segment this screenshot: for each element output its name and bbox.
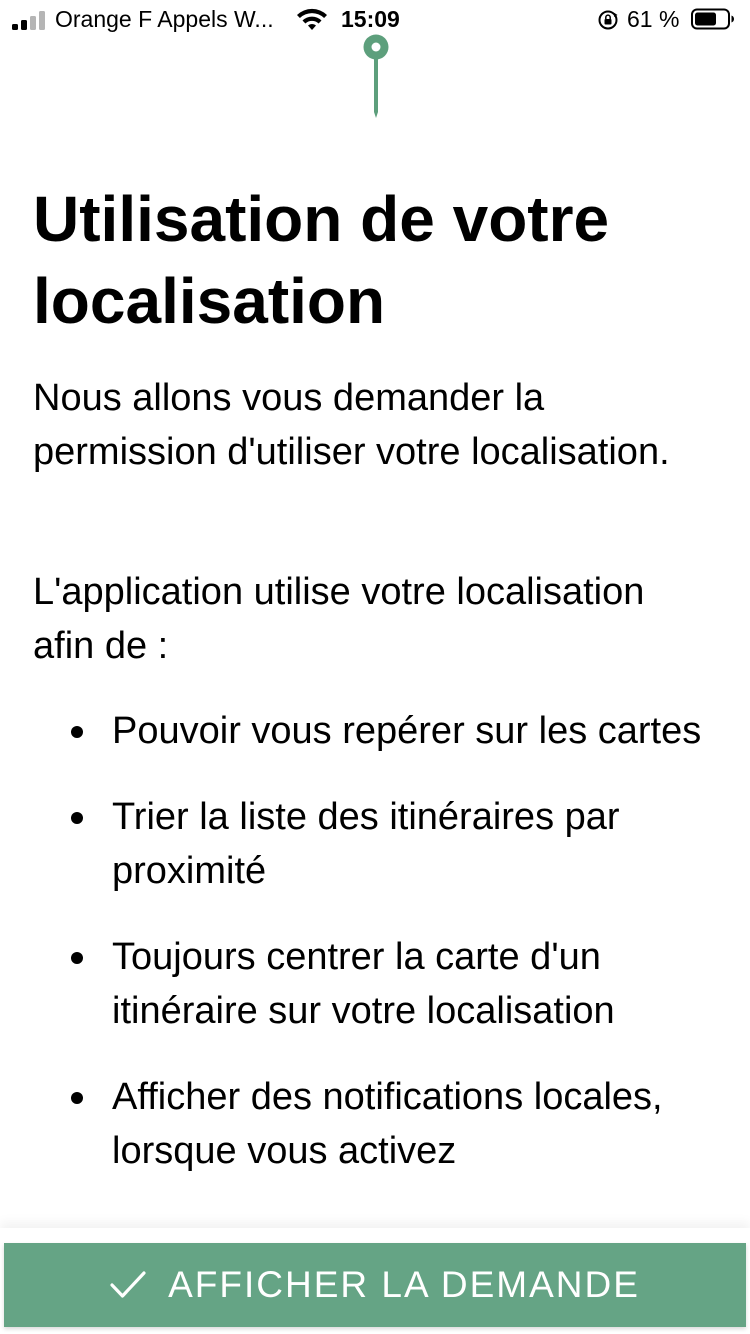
list-item: Trier la liste des itinéraires par proxi… [0, 790, 750, 898]
list-item: Afficher des notifications locales, lors… [0, 1070, 750, 1178]
show-request-label: AFFICHER LA DEMANDE [168, 1264, 640, 1305]
wifi-icon [297, 8, 327, 30]
intro-paragraph: Nous allons vous demander la permission … [33, 377, 670, 473]
status-time: 15:09 [341, 6, 400, 32]
list-item-text: Trier la liste des itinéraires par proxi… [112, 796, 620, 892]
carrier-name: Orange F Appels W... [55, 6, 274, 32]
list-item-text: Afficher des notifications locales, lors… [112, 1076, 663, 1172]
list-item-text: Pouvoir vous repérer sur les cartes [112, 710, 702, 752]
battery-icon [691, 8, 734, 30]
signal-icon [12, 10, 48, 30]
list-item-text: Toujours centrer la carte d'un itinérair… [112, 936, 615, 1032]
bullet-icon [71, 812, 83, 824]
bullet-icon [71, 726, 83, 738]
checkmark-icon [110, 1271, 146, 1298]
battery-percent: 61 % [627, 6, 680, 32]
lead-paragraph: L'application utilise votre localisation… [33, 571, 645, 667]
rotation-lock-icon [598, 10, 618, 30]
usage-list: Pouvoir vous repérer sur les cartes Trie… [0, 704, 750, 1210]
list-item: Pouvoir vous repérer sur les cartes [0, 704, 750, 758]
bullet-icon [71, 952, 83, 964]
bullet-icon [71, 1092, 83, 1104]
location-pin-icon [363, 34, 389, 118]
list-item: Toujours centrer la carte d'un itinérair… [0, 930, 750, 1038]
page-title: Utilisation de votre localisation [33, 183, 610, 337]
show-request-button[interactable]: AFFICHER LA DEMANDE [4, 1243, 746, 1327]
